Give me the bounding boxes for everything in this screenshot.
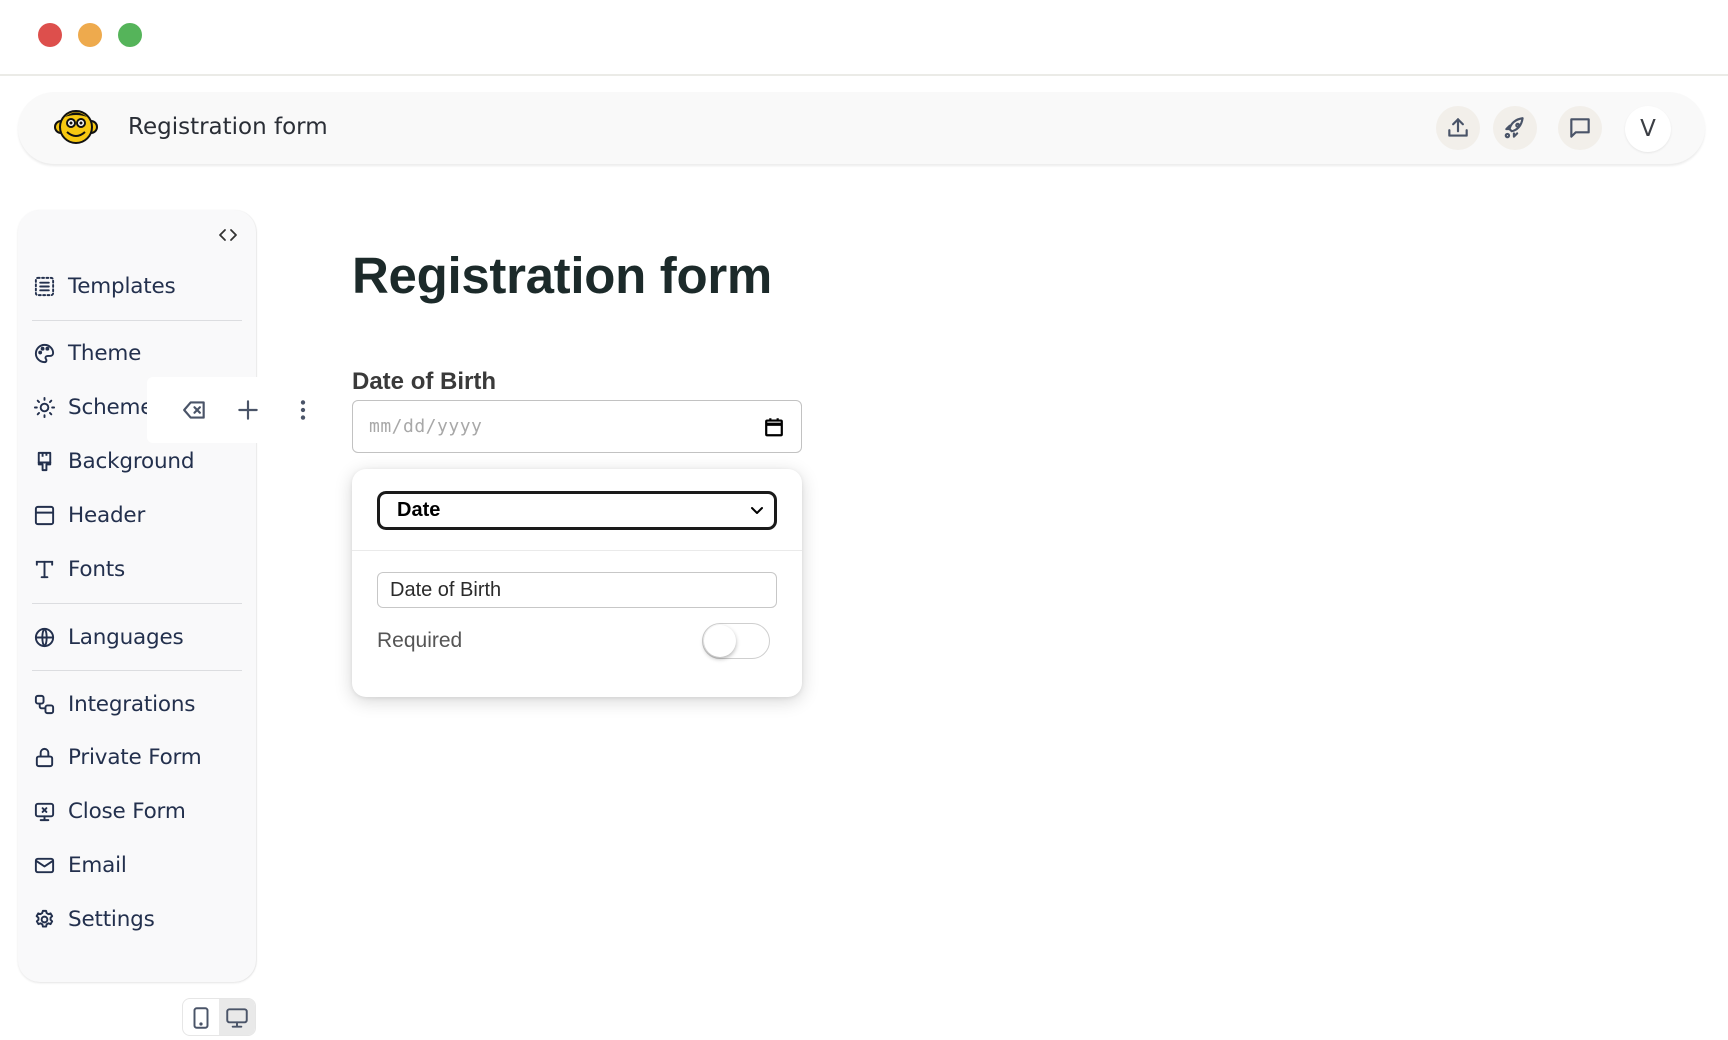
sidebar-divider [32, 320, 242, 321]
chevron-down-icon [751, 507, 763, 514]
sidebar-item-settings[interactable]: Settings [32, 899, 242, 939]
form-title[interactable]: Registration form [352, 246, 772, 305]
user-avatar[interactable]: V [1625, 106, 1671, 152]
window-close-button[interactable] [38, 23, 62, 47]
feedback-button[interactable] [1558, 106, 1602, 150]
sidebar-item-label: Background [68, 448, 195, 474]
sidebar-item-label: Integrations [68, 691, 196, 717]
add-field-button[interactable] [230, 392, 266, 428]
monkey-logo-icon[interactable] [54, 105, 98, 149]
sidebar-item-fonts[interactable]: Fonts [32, 549, 242, 589]
lock-icon [32, 745, 56, 769]
sidebar-item-label: Email [68, 852, 127, 878]
sidebar-item-integrations[interactable]: Integrations [32, 684, 242, 724]
sidebar-item-label: Header [68, 502, 146, 528]
required-toggle[interactable] [702, 623, 770, 659]
gear-icon [32, 907, 56, 931]
code-brackets-icon [219, 229, 237, 241]
calendar-icon[interactable] [763, 416, 785, 438]
collapse-sidebar-button[interactable] [214, 224, 242, 246]
window-minimize-button[interactable] [78, 23, 102, 47]
chat-icon [1570, 118, 1590, 138]
templates-icon [32, 274, 56, 298]
sidebar: Templates Theme Scheme Background Header… [18, 210, 256, 982]
sidebar-item-label: Fonts [68, 556, 126, 582]
delete-field-button[interactable] [177, 392, 213, 428]
tablet-icon [193, 1007, 209, 1029]
mail-icon [32, 853, 56, 877]
paintbrush-icon [32, 449, 56, 473]
upload-icon [1448, 118, 1468, 137]
monitor-x-icon [32, 799, 56, 823]
sidebar-item-label: Settings [68, 906, 155, 932]
required-label: Required [377, 629, 463, 652]
date-placeholder: mm/dd/yyyy [369, 416, 483, 437]
sidebar-item-email[interactable]: Email [32, 845, 242, 885]
sidebar-item-label: Languages [68, 624, 184, 650]
field-type-select[interactable]: Date [377, 491, 777, 530]
device-preview-toggle [182, 998, 256, 1036]
plus-icon [238, 400, 258, 420]
field-type-value: Date [397, 499, 441, 521]
rocket-icon [1504, 117, 1524, 139]
mobile-view-button[interactable] [183, 999, 219, 1035]
sidebar-item-languages[interactable]: Languages [32, 617, 242, 657]
sun-moon-icon [32, 395, 56, 419]
layout-header-icon [32, 503, 56, 527]
globe-icon [32, 625, 56, 649]
palette-icon [32, 341, 56, 365]
sidebar-item-close-form[interactable]: Close Form [32, 791, 242, 831]
field-label-input[interactable]: Date of Birth [377, 572, 777, 608]
sidebar-item-templates[interactable]: Templates [32, 266, 242, 306]
date-of-birth-input[interactable]: mm/dd/yyyy [352, 400, 802, 453]
kebab-vertical-icon [300, 400, 306, 420]
toggle-knob [704, 625, 736, 657]
sidebar-item-label: Theme [68, 340, 142, 366]
monitor-icon [226, 1008, 248, 1028]
backspace-x-icon [183, 401, 205, 419]
sidebar-item-header[interactable]: Header [32, 495, 242, 535]
sidebar-item-label: Close Form [68, 798, 186, 824]
window-maximize-button[interactable] [118, 23, 142, 47]
type-icon [32, 557, 56, 581]
field-editor-popup: Date Date of Birth Required [352, 469, 802, 697]
more-options-button[interactable] [285, 392, 321, 428]
app-title: Registration form [128, 114, 328, 140]
share-button[interactable] [1436, 106, 1480, 150]
sidebar-item-label: Templates [68, 273, 176, 299]
integrations-icon [32, 692, 56, 716]
desktop-view-button[interactable] [219, 999, 255, 1035]
publish-button[interactable] [1493, 106, 1537, 150]
sidebar-item-label: Private Form [68, 744, 202, 770]
sidebar-item-theme[interactable]: Theme [32, 333, 242, 373]
sidebar-item-background[interactable]: Background [32, 441, 242, 481]
sidebar-item-label: Scheme [68, 394, 154, 420]
sidebar-item-private-form[interactable]: Private Form [32, 737, 242, 777]
popup-divider [352, 550, 802, 551]
window-titlebar [0, 0, 1728, 76]
sidebar-divider [32, 670, 242, 671]
sidebar-divider [32, 603, 242, 604]
app-header: Registration form V [18, 92, 1705, 164]
field-label[interactable]: Date of Birth [352, 368, 496, 396]
field-toolbar [147, 377, 315, 443]
